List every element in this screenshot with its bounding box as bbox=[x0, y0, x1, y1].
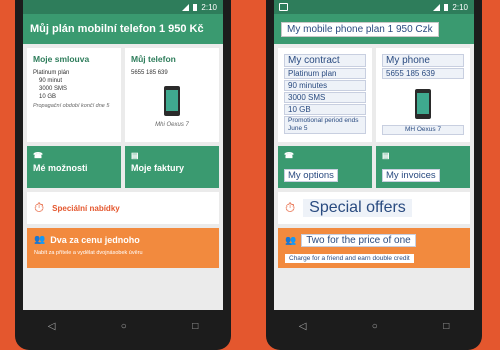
right-screen: 2:10 My mobile phone plan 1 950 Czk My c… bbox=[274, 0, 474, 310]
promo-note: Propagační období končí dne 5 bbox=[33, 103, 110, 109]
special-offers-label: Special offers bbox=[303, 199, 412, 217]
phone-number: 5655 185 639 bbox=[131, 70, 168, 76]
back-icon[interactable]: ◁ bbox=[48, 321, 56, 332]
status-time: 2:10 bbox=[201, 2, 217, 12]
right-phone: 2:10 My mobile phone plan 1 950 Czk My c… bbox=[266, 0, 482, 350]
contract-title: Moje smlouva bbox=[33, 54, 90, 64]
minutes: 90 minut bbox=[39, 78, 63, 84]
clock-icon: ⏱ bbox=[285, 200, 296, 215]
promo-note: Promotional period ends June 5 bbox=[284, 116, 366, 134]
offer-title: Dva za cenu jednoho bbox=[50, 234, 140, 245]
recent-apps-icon[interactable]: □ bbox=[192, 321, 198, 332]
plan-name: Platinum plan bbox=[284, 68, 366, 79]
offer-card[interactable]: 👥 Two for the price of one Charge for a … bbox=[278, 228, 470, 268]
left-phone: 2:10 Můj plán mobilní telefon 1 950 Kč M… bbox=[15, 0, 231, 350]
battery-icon bbox=[193, 3, 198, 11]
home-icon[interactable]: ○ bbox=[372, 321, 378, 332]
phone-image bbox=[415, 89, 431, 119]
people-icon: 👥 bbox=[34, 234, 46, 244]
app-bar: Můj plán mobilní telefon 1 950 Kč bbox=[23, 14, 223, 44]
special-offers-button[interactable]: ⏱ Special offers bbox=[278, 192, 470, 224]
notification-icon bbox=[279, 3, 288, 11]
invoice-icon: ▤ bbox=[382, 151, 390, 160]
invoices-label: Moje faktury bbox=[131, 163, 185, 173]
phone-title: Můj telefon bbox=[131, 54, 176, 64]
left-screen: 2:10 Můj plán mobilní telefon 1 950 Kč M… bbox=[23, 0, 223, 310]
offer-card[interactable]: 👥 Dva za cenu jednoho Nabít za přítele a… bbox=[27, 228, 219, 268]
phone-number: 5655 185 639 bbox=[382, 68, 464, 79]
options-button[interactable]: ☎ My options bbox=[278, 146, 372, 188]
data-allowance: 10 GB bbox=[284, 104, 366, 115]
offer-subtitle: Nabít za přítele a vydělat dvojnásobek ú… bbox=[34, 250, 143, 256]
battery-icon bbox=[444, 3, 449, 11]
signal-icon bbox=[433, 3, 441, 11]
nav-bar: ◁ ○ □ bbox=[15, 314, 231, 338]
home-icon[interactable]: ○ bbox=[121, 321, 127, 332]
status-time: 2:10 bbox=[452, 2, 468, 12]
special-offers-label: Speciální nabídky bbox=[52, 203, 120, 213]
options-label: My options bbox=[284, 169, 338, 182]
app-bar: My mobile phone plan 1 950 Czk bbox=[274, 14, 474, 44]
options-label: Mé možnosti bbox=[33, 163, 88, 173]
contract-card[interactable]: My contract Platinum plan 90 minutes 300… bbox=[278, 48, 372, 142]
contract-card[interactable]: Moje smlouva Platinum plán 90 minut 3000… bbox=[27, 48, 121, 142]
phone-card[interactable]: Můj telefon 5655 185 639 Mhi Oexus 7 bbox=[125, 48, 219, 142]
signal-icon bbox=[182, 3, 190, 11]
page-title: My mobile phone plan 1 950 Czk bbox=[281, 21, 439, 37]
phone-title: My phone bbox=[382, 54, 464, 67]
phone-card[interactable]: My phone 5655 185 639 MH Oexus 7 bbox=[376, 48, 470, 142]
back-icon[interactable]: ◁ bbox=[299, 321, 307, 332]
sms: 3000 SMS bbox=[39, 86, 68, 92]
nav-bar: ◁ ○ □ bbox=[266, 314, 482, 338]
invoice-icon: ▤ bbox=[131, 151, 139, 160]
options-button[interactable]: ☎ Mé možnosti bbox=[27, 146, 121, 188]
recent-apps-icon[interactable]: □ bbox=[443, 321, 449, 332]
invoices-button[interactable]: ▤ My invoices bbox=[376, 146, 470, 188]
invoices-button[interactable]: ▤ Moje faktury bbox=[125, 146, 219, 188]
invoices-label: My invoices bbox=[382, 169, 440, 182]
phone-model: Mhi Oexus 7 bbox=[155, 122, 189, 128]
offer-title: Two for the price of one bbox=[301, 234, 416, 247]
people-icon: 👥 bbox=[285, 235, 297, 245]
sms: 3000 SMS bbox=[284, 92, 366, 103]
phone-image bbox=[164, 86, 180, 116]
minutes: 90 minutes bbox=[284, 80, 366, 91]
phone-icon: ☎ bbox=[33, 151, 43, 160]
offer-subtitle: Charge for a friend and earn double cred… bbox=[285, 254, 414, 263]
contract-title: My contract bbox=[284, 54, 366, 67]
status-bar: 2:10 bbox=[23, 0, 223, 14]
special-offers-button[interactable]: ⏱ Speciální nabídky bbox=[27, 192, 219, 224]
phone-icon: ☎ bbox=[284, 151, 294, 160]
data-allowance: 10 GB bbox=[39, 94, 57, 100]
plan-name: Platinum plán bbox=[33, 70, 70, 76]
status-bar: 2:10 bbox=[274, 0, 474, 14]
phone-model: MH Oexus 7 bbox=[382, 125, 464, 135]
clock-icon: ⏱ bbox=[34, 200, 45, 215]
page-title: Můj plán mobilní telefon 1 950 Kč bbox=[30, 23, 204, 35]
